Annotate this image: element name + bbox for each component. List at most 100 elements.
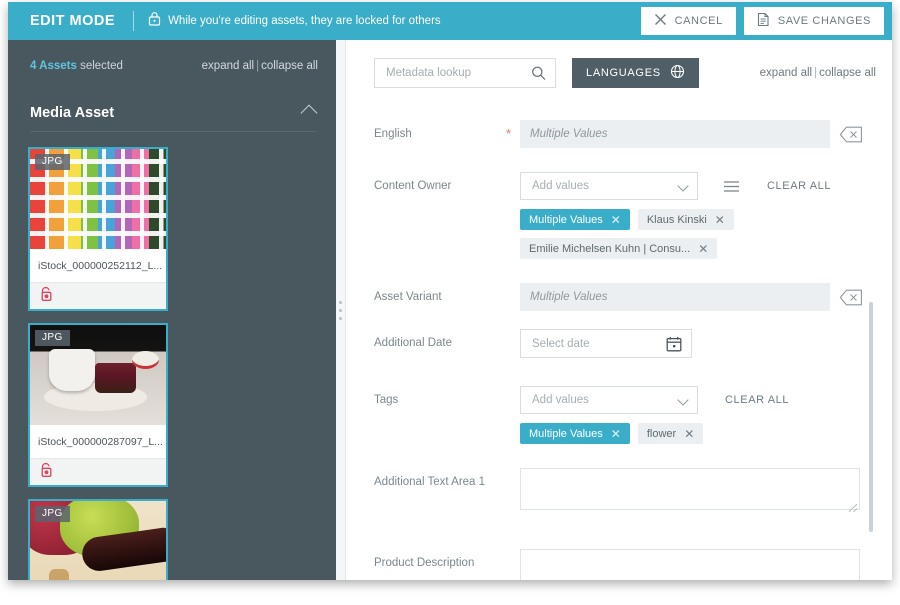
clear-field-icon[interactable] — [839, 126, 863, 143]
product-description-input[interactable] — [520, 549, 860, 580]
metadata-scrollbar[interactable] — [869, 302, 873, 532]
chip[interactable]: flower ✕ — [637, 423, 704, 444]
field-row-additional-text-area-1: Additional Text Area 1 — [347, 468, 892, 515]
asset-thumbnail: JPG — [30, 501, 166, 580]
globe-icon — [670, 64, 685, 82]
field-control-additional-text-area-1 — [520, 468, 892, 515]
metadata-expand-all-link[interactable]: expand all — [760, 67, 812, 79]
edit-mode-topbar: EDIT MODE While you're editing assets, t… — [8, 2, 892, 40]
required-marker: * — [506, 126, 512, 141]
field-label-english: English — [374, 128, 412, 140]
clear-field-icon[interactable] — [839, 289, 863, 306]
field-control-content-owner: Add values CLEAR ALL Multiple Values ✕ K… — [520, 172, 892, 259]
languages-button-label: LANGUAGES — [586, 67, 661, 79]
chip[interactable]: Multiple Values ✕ — [520, 209, 630, 230]
search-icon[interactable] — [531, 66, 546, 81]
chip-label: Klaus Kinski — [646, 213, 707, 226]
asset-grid: JPG iStock_000000252112_L... JPG iStock_… — [8, 132, 336, 580]
chip[interactable]: Multiple Values ✕ — [520, 423, 630, 444]
required-marker-placeholder — [506, 283, 520, 289]
close-icon[interactable]: ✕ — [611, 428, 621, 440]
field-row-product-description: Product Description — [347, 549, 892, 580]
field-row-asset-variant: Asset Variant Multiple Values — [347, 283, 892, 311]
close-icon[interactable]: ✕ — [611, 214, 621, 226]
close-icon — [654, 13, 667, 29]
additional-date-input[interactable]: Select date — [520, 329, 692, 358]
content-owner-select[interactable]: Add values — [520, 172, 698, 200]
document-icon — [757, 12, 770, 30]
metadata-expand-collapse: expand all | collapse all — [760, 67, 876, 79]
scrollbar-thumb[interactable] — [869, 302, 873, 532]
chip-label: Emilie Michelsen Kuhn | Consu... — [529, 242, 691, 255]
lock-hint: While you're editing assets, they are lo… — [148, 11, 441, 31]
asset-card-footer — [30, 459, 166, 485]
cancel-button[interactable]: CANCEL — [640, 7, 736, 35]
asset-card[interactable]: JPG iStock_000000287097_L... — [28, 323, 168, 487]
sidebar-collapse-all-link[interactable]: collapse all — [261, 60, 318, 72]
calendar-icon[interactable] — [666, 336, 682, 352]
languages-button[interactable]: LANGUAGES — [572, 58, 699, 88]
assets-selected-status: 4 Assets selected — [30, 60, 123, 72]
chip-label: flower — [646, 427, 677, 440]
asset-filename: iStock_000000252112_L... — [30, 249, 166, 283]
required-marker-placeholder — [506, 386, 520, 392]
sidebar-expand-all-link[interactable]: expand all — [202, 60, 254, 72]
assets-selected-count: 4 Assets — [30, 60, 77, 72]
search-input[interactable] — [386, 67, 525, 79]
sidebar-header: 4 Assets selected expand all | collapse al… — [8, 40, 336, 72]
locked-icon[interactable] — [39, 462, 54, 483]
asset-filename: iStock_000000287097_L... — [30, 425, 166, 459]
close-icon[interactable]: ✕ — [698, 243, 708, 255]
panel-resize-handle[interactable] — [336, 40, 346, 580]
asset-card[interactable]: JPG iStock_000000320352_L... — [28, 499, 168, 580]
close-icon[interactable]: ✕ — [684, 428, 694, 440]
asset-variant-value-field[interactable]: Multiple Values — [520, 283, 830, 311]
chip-label: Multiple Values — [529, 427, 603, 440]
asset-type-badge: JPG — [35, 506, 70, 522]
field-control-asset-variant: Multiple Values — [520, 283, 892, 311]
asset-sidebar: 4 Assets selected expand all | collapse al… — [8, 40, 336, 580]
chip[interactable]: Klaus Kinski ✕ — [637, 209, 734, 230]
asset-thumbnail: JPG — [30, 149, 166, 249]
additional-text-area-1-input[interactable] — [520, 468, 860, 510]
field-label-content-owner: Content Owner — [374, 180, 452, 192]
field-control-additional-date: Select date — [520, 329, 892, 358]
media-asset-section-title: Media Asset — [30, 105, 115, 121]
metadata-collapse-all-link[interactable]: collapse all — [819, 67, 876, 79]
edit-mode-title: EDIT MODE — [30, 13, 116, 29]
topbar-divider — [133, 11, 135, 31]
chip[interactable]: Emilie Michelsen Kuhn | Consu... ✕ — [520, 238, 718, 259]
content-owner-clear-all-button[interactable]: CLEAR ALL — [767, 180, 831, 192]
chevron-up-icon[interactable] — [300, 104, 318, 122]
metadata-panel: LANGUAGES expand all|collapse all — [347, 40, 892, 580]
sidebar-expand-collapse: expand all | collapse all — [202, 60, 318, 72]
lock-hint-text: While you're editing assets, they are lo… — [168, 15, 441, 27]
field-row-tags: Tags Add values CLEAR ALL Multiple Value… — [347, 386, 892, 444]
field-row-content-owner: Content Owner Add values CLEAR ALL Multi… — [347, 172, 892, 259]
field-label-tags: Tags — [374, 394, 399, 406]
required-marker-placeholder — [506, 468, 520, 474]
save-changes-button[interactable]: SAVE CHANGES — [743, 7, 884, 35]
metadata-form: English * Multiple Values Content Owner … — [347, 102, 892, 580]
field-control-product-description — [520, 549, 892, 580]
list-icon[interactable] — [723, 180, 740, 193]
lock-icon — [148, 11, 161, 31]
media-asset-section-header[interactable]: Media Asset — [30, 104, 318, 132]
required-marker-placeholder — [506, 549, 520, 555]
metadata-toolbar: LANGUAGES expand all|collapse all — [347, 40, 892, 88]
english-value-field[interactable]: Multiple Values — [520, 120, 830, 148]
asset-card[interactable]: JPG iStock_000000252112_L... — [28, 147, 168, 311]
drag-dot — [339, 308, 342, 312]
chevron-down-icon — [677, 394, 689, 406]
field-label-product-description: Product Description — [374, 557, 475, 569]
tags-clear-all-button[interactable]: CLEAR ALL — [725, 394, 789, 406]
tags-select[interactable]: Add values — [520, 386, 698, 414]
close-icon[interactable]: ✕ — [715, 214, 725, 226]
metadata-search-box[interactable] — [374, 58, 556, 88]
locked-icon[interactable] — [39, 286, 54, 307]
field-row-additional-date: Additional Date Select date — [347, 329, 892, 358]
save-changes-button-label: SAVE CHANGES — [777, 15, 871, 27]
body-split: 4 Assets selected expand all | collapse al… — [8, 40, 892, 580]
field-control-english: Multiple Values — [520, 120, 892, 148]
drag-dot — [339, 316, 342, 320]
